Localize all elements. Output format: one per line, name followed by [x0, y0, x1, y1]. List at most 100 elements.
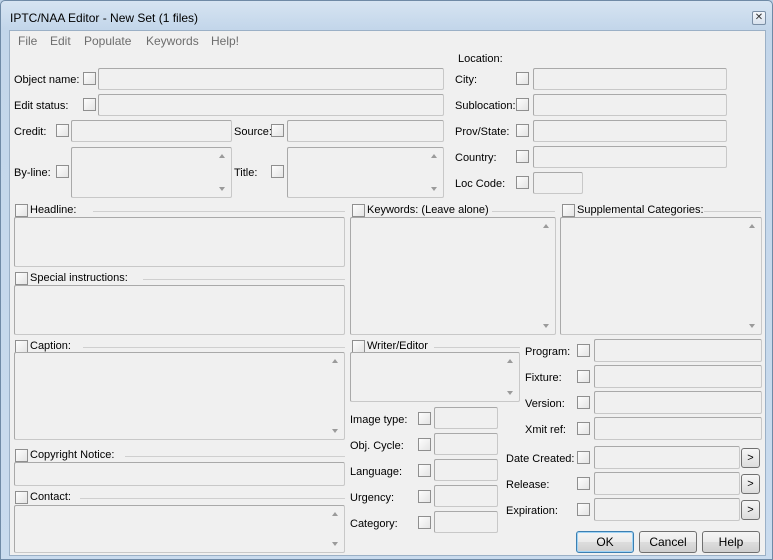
scroll-down-icon[interactable]	[431, 187, 437, 191]
edit-status-field[interactable]	[98, 94, 444, 116]
byline-field[interactable]	[71, 147, 232, 198]
cancel-button[interactable]: Cancel	[639, 531, 697, 553]
version-checkbox[interactable]	[577, 396, 590, 409]
menu-populate[interactable]: Populate	[84, 34, 131, 48]
headline-field[interactable]	[14, 217, 345, 267]
image-type-field[interactable]	[434, 407, 498, 429]
version-field[interactable]	[594, 391, 762, 414]
program-field[interactable]	[594, 339, 762, 362]
scroll-down-icon[interactable]	[219, 187, 225, 191]
writer-editor-field[interactable]	[350, 352, 520, 402]
sublocation-field[interactable]	[533, 94, 727, 116]
scroll-up-icon[interactable]	[507, 359, 513, 363]
category-field[interactable]	[434, 511, 498, 533]
caption-scrollbar[interactable]	[329, 354, 343, 438]
city-checkbox[interactable]	[516, 72, 529, 85]
edit-status-checkbox[interactable]	[83, 98, 96, 111]
program-checkbox[interactable]	[577, 344, 590, 357]
contact-scrollbar[interactable]	[329, 507, 343, 551]
prov-state-checkbox[interactable]	[516, 124, 529, 137]
supplemental-categories-scrollbar[interactable]	[746, 219, 760, 333]
title-checkbox[interactable]	[271, 165, 284, 178]
obj-cycle-checkbox[interactable]	[418, 438, 431, 451]
country-checkbox[interactable]	[516, 150, 529, 163]
keywords-list[interactable]	[350, 217, 556, 335]
expiration-checkbox[interactable]	[577, 503, 590, 516]
xmit-ref-checkbox[interactable]	[577, 422, 590, 435]
supplemental-categories-list[interactable]	[560, 217, 762, 335]
credit-checkbox[interactable]	[56, 124, 69, 137]
contact-checkbox[interactable]	[15, 491, 28, 504]
scroll-down-icon[interactable]	[332, 542, 338, 546]
keywords-label: Keywords: (Leave alone)	[367, 204, 489, 216]
program-label: Program:	[525, 346, 571, 358]
ok-button[interactable]: OK	[576, 531, 634, 553]
sublocation-checkbox[interactable]	[516, 98, 529, 111]
category-checkbox[interactable]	[418, 516, 431, 529]
scroll-down-icon[interactable]	[507, 391, 513, 395]
country-field[interactable]	[533, 146, 727, 168]
scroll-up-icon[interactable]	[332, 359, 338, 363]
copyright-notice-checkbox[interactable]	[15, 449, 28, 462]
title-field[interactable]	[287, 147, 444, 198]
loc-code-field[interactable]	[533, 172, 583, 194]
menu-file[interactable]: File	[18, 34, 37, 48]
date-created-field[interactable]	[594, 446, 740, 469]
language-field[interactable]	[434, 459, 498, 481]
scroll-down-icon[interactable]	[332, 429, 338, 433]
scroll-up-icon[interactable]	[431, 154, 437, 158]
urgency-field[interactable]	[434, 485, 498, 507]
contact-label: Contact:	[30, 491, 71, 503]
scroll-up-icon[interactable]	[332, 512, 338, 516]
country-label: Country:	[455, 152, 497, 164]
prov-state-field[interactable]	[533, 120, 727, 142]
release-checkbox[interactable]	[577, 477, 590, 490]
city-field[interactable]	[533, 68, 727, 90]
expiration-field[interactable]	[594, 498, 740, 521]
scroll-up-icon[interactable]	[543, 224, 549, 228]
date-created-checkbox[interactable]	[577, 451, 590, 464]
headline-checkbox[interactable]	[15, 204, 28, 217]
xmit-ref-field[interactable]	[594, 417, 762, 440]
scroll-down-icon[interactable]	[543, 324, 549, 328]
scroll-up-icon[interactable]	[219, 154, 225, 158]
keywords-checkbox[interactable]	[352, 204, 365, 217]
caption-field[interactable]	[14, 352, 345, 440]
byline-checkbox[interactable]	[56, 165, 69, 178]
special-instructions-checkbox[interactable]	[15, 272, 28, 285]
loc-code-checkbox[interactable]	[516, 176, 529, 189]
menu-edit[interactable]: Edit	[50, 34, 71, 48]
obj-cycle-field[interactable]	[434, 433, 498, 455]
language-checkbox[interactable]	[418, 464, 431, 477]
title-scrollbar[interactable]	[428, 149, 442, 196]
help-button[interactable]: Help	[702, 531, 760, 553]
menu-help[interactable]: Help!	[211, 34, 239, 48]
release-field[interactable]	[594, 472, 740, 495]
copyright-notice-field[interactable]	[14, 462, 345, 486]
menu-keywords[interactable]: Keywords	[146, 34, 199, 48]
object-name-field[interactable]	[98, 68, 444, 90]
language-label: Language:	[350, 466, 402, 478]
release-picker-button[interactable]: >	[741, 474, 760, 494]
contact-field[interactable]	[14, 505, 345, 553]
object-name-checkbox[interactable]	[83, 72, 96, 85]
fixture-checkbox[interactable]	[577, 370, 590, 383]
credit-field[interactable]	[71, 120, 232, 142]
scroll-up-icon[interactable]	[749, 224, 755, 228]
scroll-down-icon[interactable]	[749, 324, 755, 328]
close-icon[interactable]: ✕	[752, 11, 766, 25]
keywords-scrollbar[interactable]	[540, 219, 554, 333]
date-created-picker-button[interactable]: >	[741, 448, 760, 468]
supplemental-categories-checkbox[interactable]	[562, 204, 575, 217]
image-type-checkbox[interactable]	[418, 412, 431, 425]
urgency-checkbox[interactable]	[418, 490, 431, 503]
writer-editor-scrollbar[interactable]	[504, 354, 518, 400]
source-field[interactable]	[287, 120, 444, 142]
fixture-field[interactable]	[594, 365, 762, 388]
byline-scrollbar[interactable]	[216, 149, 230, 196]
special-instructions-field[interactable]	[14, 285, 345, 335]
date-created-label: Date Created:	[506, 453, 575, 465]
expiration-picker-button[interactable]: >	[741, 500, 760, 520]
source-checkbox[interactable]	[271, 124, 284, 137]
byline-label: By-line:	[14, 167, 51, 179]
